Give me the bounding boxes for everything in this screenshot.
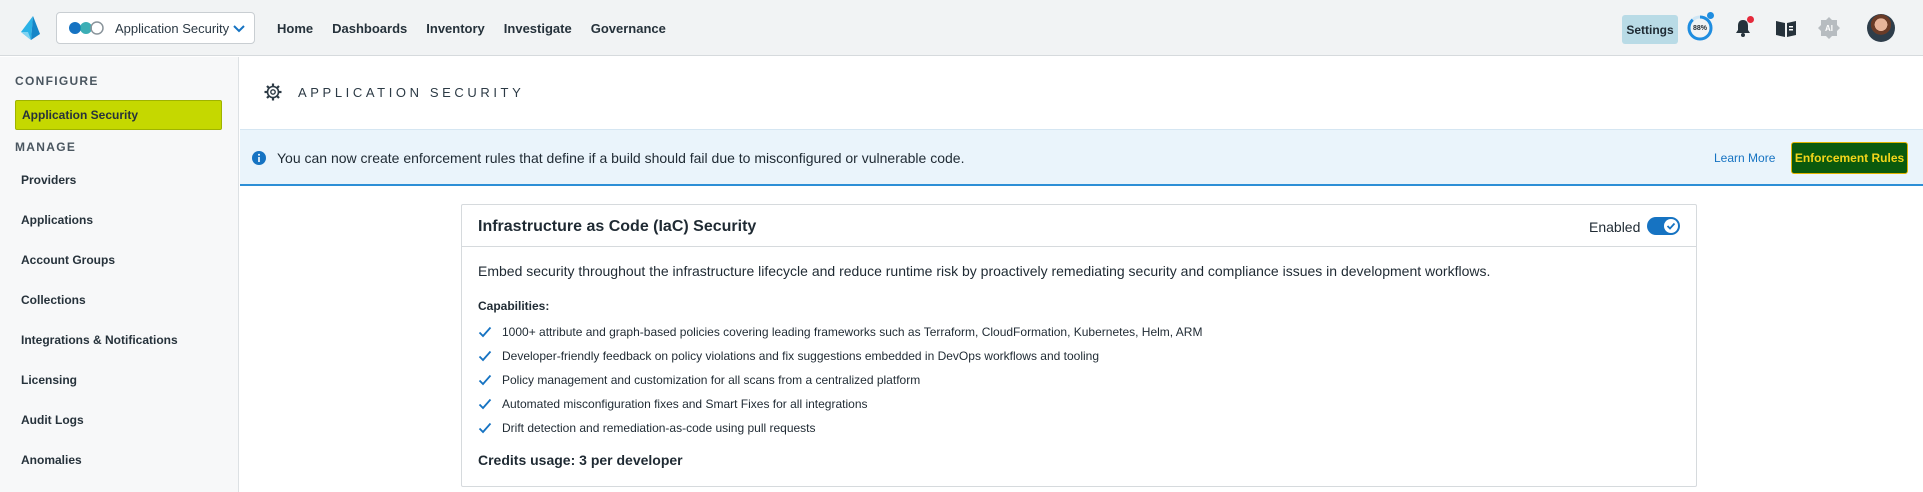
credits-usage: Credits usage: 3 per developer (478, 452, 683, 468)
toggle-knob (1664, 219, 1678, 233)
check-icon (478, 350, 492, 362)
ai-assistant-button[interactable]: AI (1815, 14, 1843, 42)
learn-more-link[interactable]: Learn More (1714, 151, 1775, 165)
top-navigation-bar: Application Security Home Dashboards Inv… (0, 0, 1923, 56)
nav-inventory[interactable]: Inventory (426, 21, 485, 36)
sidebar-item-application-security[interactable]: Application Security (15, 100, 222, 130)
check-icon (478, 398, 492, 410)
nav-dashboards[interactable]: Dashboards (332, 21, 407, 36)
capability-text: Automated misconfiguration fixes and Sma… (502, 397, 868, 411)
capabilities-list: 1000+ attribute and graph-based policies… (478, 320, 1202, 440)
capability-text: Developer-friendly feedback on policy vi… (502, 349, 1099, 363)
sidebar-item-applications[interactable]: Applications (15, 205, 222, 235)
capability-text: Drift detection and remediation-as-code … (502, 421, 816, 435)
progress-value: 88% (1692, 24, 1707, 32)
ai-label: AI (1825, 23, 1833, 33)
sidebar-item-licensing[interactable]: Licensing (15, 365, 222, 395)
enforcement-rules-button[interactable]: Enforcement Rules (1791, 142, 1908, 174)
book-icon (1776, 21, 1796, 37)
list-item: Automated misconfiguration fixes and Sma… (478, 392, 1202, 416)
sidebar-item-anomalies[interactable]: Anomalies (15, 445, 222, 475)
notifications-button[interactable] (1729, 14, 1757, 42)
nav-governance[interactable]: Governance (591, 21, 666, 36)
sidebar-item-providers[interactable]: Providers (15, 165, 222, 195)
page-title: APPLICATION SECURITY (298, 85, 525, 100)
sidebar-item-collections[interactable]: Collections (15, 285, 222, 315)
app-switcher-label: Application Security (115, 20, 230, 36)
enabled-label: Enabled (1589, 219, 1641, 235)
check-icon (478, 374, 492, 386)
progress-notification-dot (1707, 12, 1714, 19)
iac-security-card: Infrastructure as Code (IaC) Security En… (461, 204, 1697, 487)
card-description: Embed security throughout the infrastruc… (478, 263, 1491, 279)
capability-text: Policy management and customization for … (502, 373, 921, 387)
list-item: Drift detection and remediation-as-code … (478, 416, 1202, 440)
sidebar-item-audit-logs[interactable]: Audit Logs (15, 405, 222, 435)
sidebar-heading-configure: CONFIGURE (15, 74, 99, 88)
docs-button[interactable] (1772, 14, 1800, 42)
check-icon (478, 326, 492, 338)
chevron-down-icon (233, 25, 245, 33)
banner-message: You can now create enforcement rules tha… (277, 150, 965, 166)
prisma-logo-icon[interactable] (18, 15, 44, 41)
info-banner: You can now create enforcement rules tha… (240, 129, 1923, 186)
sidebar-item-account-groups[interactable]: Account Groups (15, 245, 222, 275)
nav-investigate[interactable]: Investigate (504, 21, 572, 36)
info-icon (252, 151, 266, 165)
app-switcher-dropdown[interactable]: Application Security (56, 12, 255, 44)
user-avatar[interactable] (1867, 14, 1895, 42)
list-item: Policy management and customization for … (478, 368, 1202, 392)
notification-dot (1747, 16, 1754, 23)
capabilities-heading: Capabilities: (478, 299, 550, 313)
check-icon (478, 422, 492, 434)
card-title: Infrastructure as Code (IaC) Security (478, 218, 757, 235)
page-header: APPLICATION SECURITY (240, 57, 1923, 129)
main-nav: Home Dashboards Inventory Investigate Go… (277, 0, 685, 56)
progress-ring[interactable]: 88% (1686, 12, 1714, 42)
sidebar-item-integrations-notifications[interactable]: Integrations & Notifications (15, 325, 222, 355)
sidebar: CONFIGURE Application Security MANAGE Pr… (0, 57, 239, 492)
list-item: Developer-friendly feedback on policy vi… (478, 344, 1202, 368)
settings-button[interactable]: Settings (1622, 15, 1678, 44)
check-icon (1666, 222, 1676, 230)
sidebar-heading-manage: MANAGE (15, 140, 77, 154)
enabled-toggle[interactable] (1647, 217, 1680, 235)
nav-home[interactable]: Home (277, 21, 313, 36)
list-item: 1000+ attribute and graph-based policies… (478, 320, 1202, 344)
capability-text: 1000+ attribute and graph-based policies… (502, 325, 1203, 339)
app-switch-icon (69, 21, 104, 35)
gear-icon (264, 83, 282, 101)
card-header: Infrastructure as Code (IaC) Security En… (462, 205, 1696, 247)
